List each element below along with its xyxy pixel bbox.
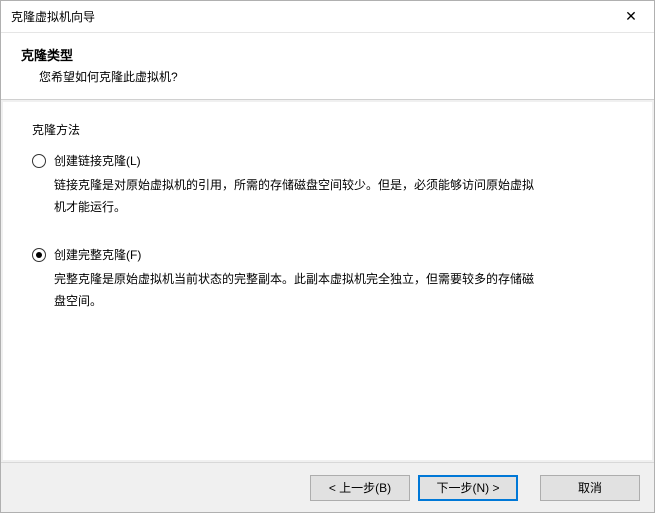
wizard-window: 克隆虚拟机向导 ✕ 克隆类型 您希望如何克隆此虚拟机? 克隆方法 创建链接克隆(… xyxy=(0,0,655,513)
option-desc-linked: 链接克隆是对原始虚拟机的引用，所需的存储磁盘空间较少。但是，必须能够访问原始虚拟… xyxy=(32,175,552,218)
wizard-heading: 克隆类型 xyxy=(21,45,634,64)
radio-icon xyxy=(32,154,46,168)
back-button[interactable]: < 上一步(B) xyxy=(310,475,410,501)
wizard-subheading: 您希望如何克隆此虚拟机? xyxy=(21,68,634,85)
wizard-header: 克隆类型 您希望如何克隆此虚拟机? xyxy=(1,33,654,99)
close-icon: ✕ xyxy=(625,8,637,25)
titlebar: 克隆虚拟机向导 ✕ xyxy=(1,1,654,33)
radio-label-linked: 创建链接克隆(L) xyxy=(54,152,141,169)
wizard-footer: < 上一步(B) 下一步(N) > 取消 xyxy=(1,462,654,512)
close-button[interactable]: ✕ xyxy=(608,1,654,32)
radio-label-full: 创建完整克隆(F) xyxy=(54,246,141,263)
option-desc-full: 完整克隆是原始虚拟机当前状态的完整副本。此副本虚拟机完全独立，但需要较多的存储磁… xyxy=(32,269,552,312)
cancel-button[interactable]: 取消 xyxy=(540,475,640,501)
next-button[interactable]: 下一步(N) > xyxy=(418,475,518,501)
radio-row-linked[interactable]: 创建链接克隆(L) xyxy=(32,152,623,169)
cancel-button-label: 取消 xyxy=(578,479,602,496)
window-title: 克隆虚拟机向导 xyxy=(11,8,608,25)
back-button-label: < 上一步(B) xyxy=(329,479,391,496)
content: 克隆方法 创建链接克隆(L) 链接克隆是对原始虚拟机的引用，所需的存储磁盘空间较… xyxy=(3,102,652,460)
content-wrap: 克隆方法 创建链接克隆(L) 链接克隆是对原始虚拟机的引用，所需的存储磁盘空间较… xyxy=(1,99,654,462)
radio-icon xyxy=(32,248,46,262)
option-linked-clone: 创建链接克隆(L) 链接克隆是对原始虚拟机的引用，所需的存储磁盘空间较少。但是，… xyxy=(32,152,623,218)
radio-row-full[interactable]: 创建完整克隆(F) xyxy=(32,246,623,263)
option-full-clone: 创建完整克隆(F) 完整克隆是原始虚拟机当前状态的完整副本。此副本虚拟机完全独立… xyxy=(32,246,623,312)
next-button-label: 下一步(N) > xyxy=(436,479,499,496)
section-label: 克隆方法 xyxy=(32,121,623,138)
